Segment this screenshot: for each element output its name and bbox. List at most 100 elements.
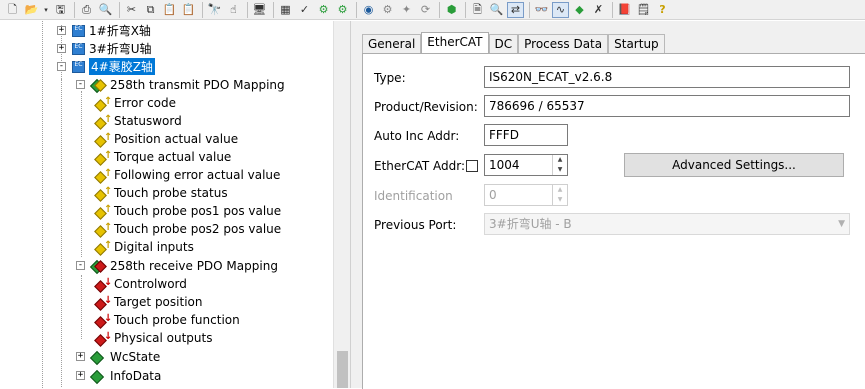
tree-item-device[interactable]: + EC 1#折弯X轴 xyxy=(57,22,151,39)
expand-icon[interactable]: + xyxy=(76,371,85,380)
book-icon[interactable]: 📕 xyxy=(616,2,633,18)
product-revision-field[interactable]: 786696 / 65537 xyxy=(484,95,850,117)
toolbar-separator xyxy=(465,1,466,18)
tree-item-variable[interactable]: ↓ Target position xyxy=(94,293,203,311)
help-document-icon[interactable]: 🗒 xyxy=(635,2,652,18)
print-icon[interactable]: ⎙ xyxy=(78,2,95,18)
tree-item-device-selected[interactable]: - EC 4#裹胶Z轴 xyxy=(57,58,155,75)
wand-icon[interactable]: ✦ xyxy=(398,2,415,18)
tree-item-label: Torque actual value xyxy=(114,149,232,164)
spin-up-icon[interactable]: ▲ xyxy=(553,155,567,165)
tree-guide xyxy=(81,91,82,257)
expand-icon[interactable]: + xyxy=(57,44,66,53)
chevron-down-icon: ▼ xyxy=(838,219,845,229)
check-icon[interactable]: ✓ xyxy=(296,2,313,18)
auto-inc-addr-label: Auto Inc Addr: xyxy=(374,129,460,143)
tree-item-variable[interactable]: ↑ Torque actual value xyxy=(94,148,232,166)
input-variable-icon: ↑ xyxy=(94,222,112,238)
toolbar-separator xyxy=(247,1,248,18)
type-field[interactable]: IS620N_ECAT_v2.6.8 xyxy=(484,66,850,88)
auto-inc-addr-field[interactable]: FFFD xyxy=(484,124,568,146)
config-icon[interactable]: ▦ xyxy=(277,2,294,18)
toolbar-separator xyxy=(356,1,357,18)
save-icon[interactable]: 🖫 xyxy=(52,2,69,18)
new-file-icon[interactable]: 🗋 xyxy=(4,2,21,18)
tree-item-infodata[interactable]: + InfoData xyxy=(76,367,161,384)
tree-item-variable[interactable]: ↑ Error code xyxy=(94,94,176,112)
input-variable-icon: ↑ xyxy=(94,150,112,166)
ethercat-addr-value: 1004 xyxy=(489,158,520,172)
copy-icon[interactable]: ⧉ xyxy=(142,2,159,18)
input-variable-icon: ↑ xyxy=(94,168,112,184)
tab-general[interactable]: General xyxy=(362,34,422,54)
collapse-icon[interactable]: - xyxy=(76,80,85,89)
restart-icon[interactable]: ⚙ xyxy=(379,2,396,18)
glasses-icon[interactable]: 👓 xyxy=(533,2,550,18)
print-preview-icon[interactable]: 🔍 xyxy=(97,2,114,18)
output-variable-icon: ↓ xyxy=(94,331,112,347)
tree-item-label: 4#裹胶Z轴 xyxy=(89,58,155,75)
tab-ethercat[interactable]: EtherCAT xyxy=(421,32,489,55)
identification-stepper: 0 ▲ ▼ xyxy=(484,184,568,206)
tree-item-variable[interactable]: ↑ Touch probe pos2 pos value xyxy=(94,220,281,238)
zoom-icon[interactable]: 🔍 xyxy=(488,2,505,18)
scope-extra-icon[interactable]: ✗ xyxy=(590,2,607,18)
build-icon[interactable]: ⚙ xyxy=(315,2,332,18)
paste-icon[interactable]: 📋 xyxy=(161,2,178,18)
find-icon[interactable]: 🔭 xyxy=(206,2,223,18)
input-mapping-icon xyxy=(89,78,107,93)
spin-down-icon[interactable]: ▼ xyxy=(553,165,567,175)
scrollbar-thumb[interactable] xyxy=(337,351,348,388)
tree-item-tx-mapping[interactable]: - 258th transmit PDO Mapping xyxy=(76,76,285,93)
tree-item-rx-mapping[interactable]: - 258th receive PDO Mapping xyxy=(76,257,278,274)
collapse-icon[interactable]: - xyxy=(57,62,66,71)
tree-item-label: Touch probe status xyxy=(114,185,228,200)
paste-special-icon[interactable]: 📋 xyxy=(180,2,197,18)
advanced-settings-button[interactable]: Advanced Settings... xyxy=(624,153,844,177)
spin-buttons[interactable]: ▲ ▼ xyxy=(552,155,567,175)
tree-item-variable[interactable]: ↑ Statusword xyxy=(94,112,182,130)
tree-item-variable[interactable]: ↓ Controlword xyxy=(94,275,187,293)
tree-item-variable[interactable]: ↑ Position actual value xyxy=(94,130,239,148)
cursor-icon[interactable]: ☝ xyxy=(225,2,242,18)
tree-item-device[interactable]: + EC 3#折弯U轴 xyxy=(57,40,151,57)
activate-icon[interactable]: ⚙ xyxy=(334,2,351,18)
input-variable-icon: ↑ xyxy=(94,186,112,202)
cut-icon[interactable]: ✂ xyxy=(123,2,140,18)
identification-value: 0 xyxy=(489,188,497,202)
tab-dc[interactable]: DC xyxy=(488,34,519,54)
tree-item-variable[interactable]: ↑ Following error actual value xyxy=(94,166,280,184)
tree-item-label: Target position xyxy=(114,294,203,309)
scope-alt-icon[interactable]: ◆ xyxy=(571,2,588,18)
expand-icon[interactable]: + xyxy=(57,26,66,35)
expand-icon[interactable]: + xyxy=(76,352,85,361)
identification-label: Identification xyxy=(374,189,453,203)
tree-guide xyxy=(81,275,82,339)
ethercat-addr-checkbox[interactable] xyxy=(466,160,478,172)
tab-process-data[interactable]: Process Data xyxy=(518,34,609,54)
output-variable-icon: ↓ xyxy=(94,277,112,293)
link-icon[interactable]: ⬢ xyxy=(443,2,460,18)
tree-item-label: Statusword xyxy=(114,113,182,128)
cycle-icon[interactable]: ⟳ xyxy=(417,2,434,18)
tree-item-variable[interactable]: ↑ Touch probe status xyxy=(94,184,228,202)
help-icon[interactable]: ? xyxy=(654,2,671,18)
target-icon[interactable]: 🖥 xyxy=(251,2,268,18)
scope-icon[interactable]: ∿ xyxy=(552,1,569,18)
tree-item-variable[interactable]: ↓ Touch probe function xyxy=(94,311,240,329)
run-mode-icon[interactable]: ◉ xyxy=(360,2,377,18)
tree-item-variable[interactable]: ↑ Touch probe pos1 pos value xyxy=(94,202,281,220)
open-folder-icon[interactable]: 📂 xyxy=(23,2,40,18)
collapse-icon[interactable]: - xyxy=(76,261,85,270)
tree-item-variable[interactable]: ↑ Digital inputs xyxy=(94,238,194,256)
tab-startup[interactable]: Startup xyxy=(608,34,665,54)
scan-icon[interactable]: ⇄ xyxy=(507,1,524,18)
tree-item-wcstate[interactable]: + WcState xyxy=(76,348,160,365)
ethercat-addr-stepper[interactable]: 1004 ▲ ▼ xyxy=(484,154,568,176)
document-icon[interactable]: 🗎 xyxy=(469,2,486,18)
tree-item-label: Position actual value xyxy=(114,131,239,146)
dropdown-icon[interactable]: ▾ xyxy=(42,2,50,18)
tree-item-variable[interactable]: ↓ Physical outputs xyxy=(94,329,212,347)
tree-scrollbar[interactable] xyxy=(333,21,351,388)
ethercat-device-icon: EC xyxy=(72,42,85,55)
